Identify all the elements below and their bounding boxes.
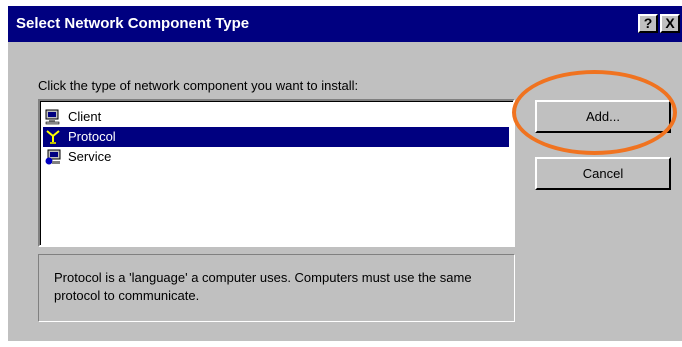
client-icon xyxy=(45,109,61,125)
help-button[interactable]: ? xyxy=(638,14,658,33)
title-bar[interactable]: Select Network Component Type ? X xyxy=(8,6,682,42)
close-button[interactable]: X xyxy=(660,14,680,33)
cancel-button[interactable]: Cancel xyxy=(535,157,671,190)
service-icon xyxy=(45,149,61,165)
list-item-label: Protocol xyxy=(68,129,116,144)
instruction-label: Click the type of network component you … xyxy=(38,78,359,93)
list-item-label: Service xyxy=(68,149,112,164)
highlight-ring xyxy=(512,70,677,155)
protocol-icon xyxy=(45,129,61,145)
window-title: Select Network Component Type xyxy=(16,15,250,32)
list-item-label: Client xyxy=(68,109,102,124)
description-box: Protocol is a 'language' a computer uses… xyxy=(38,254,515,322)
dialog-window: Select Network Component Type ? X Click … xyxy=(8,6,682,341)
description-text: Protocol is a 'language' a computer uses… xyxy=(54,270,472,303)
list-item-protocol[interactable]: Protocol xyxy=(43,127,509,147)
cancel-button-label: Cancel xyxy=(582,166,624,181)
component-list[interactable]: Client Protocol Service xyxy=(38,99,515,247)
